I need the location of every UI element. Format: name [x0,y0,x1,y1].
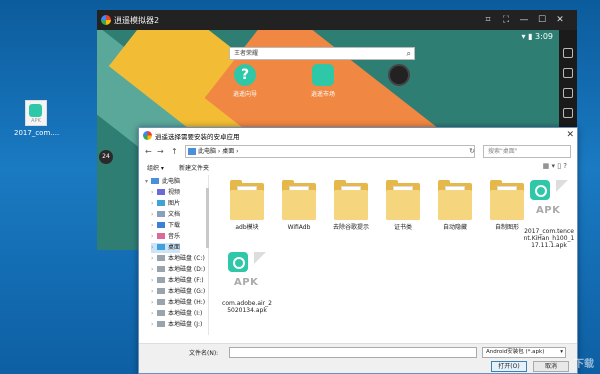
search-text: 王者荣耀 [234,50,259,57]
file-label: adb模块 [235,224,259,231]
watermark: 下载 [574,359,594,370]
gallery-icon [388,64,410,86]
market-icon [312,64,334,86]
chevron-down-icon: ▾ [560,349,563,355]
folder-item[interactable]: 证书类 [377,180,429,231]
folder-item[interactable]: WifiAdb [273,180,325,231]
file-label: WifiAdb [287,224,311,231]
sidebar-tool-icon[interactable] [563,68,573,78]
filename-input[interactable] [229,347,477,358]
app-label: 逍遥市场 [310,91,335,98]
emulator-title: 逍遥模拟器2 [114,16,160,25]
folder-icon [334,180,368,220]
apk-file-item[interactable]: APK com.adobe.air_25020134.apk [221,252,273,314]
folder-item[interactable]: 自动隐藏 [429,180,481,231]
file-label: 去除谷歌提示 [332,224,369,231]
wifi-icon: ▾ ▮ [521,32,536,41]
apk-file-icon: APK [530,180,568,224]
file-type-select[interactable]: Android安装包 (*.apk) ▾ [482,347,566,358]
minimize-button[interactable]: — [517,14,531,26]
app-label: 逍遥向导 [232,91,257,98]
app-gallery[interactable] [369,64,429,89]
help-icon: ? [234,64,256,86]
folder-icon [230,180,264,220]
search-icon[interactable]: ⌕ [407,49,411,59]
folder-icon [438,180,472,220]
close-button[interactable]: ✕ [553,14,567,26]
file-open-dialog: 逍遥选择需要安装的安卓应用 ✕ ← → ↑ 此电脑 › 桌面 › ↻ 搜索"桌面… [138,127,578,374]
sidebar-tool-icon[interactable] [563,88,573,98]
maximize-button[interactable]: ☐ [535,14,549,26]
apk-file-item[interactable]: APK 2017_com.tencent.KiHan_h100_117.11.1.… [523,180,575,249]
app-guide[interactable]: ? 逍遥向导 [215,64,275,98]
folder-icon [490,180,524,220]
status-time: 3:09 [535,32,553,41]
folder-icon [282,180,316,220]
folder-item[interactable]: adb模块 [221,180,273,231]
dialog-footer: 文件名(N): Android安装包 (*.apk) ▾ 打开(O) 取消 [139,343,577,373]
keymap-button[interactable]: ⌗ [481,14,495,26]
side-badge[interactable]: 24 [99,150,113,164]
apk-file-icon: APK [228,252,266,296]
search-input[interactable]: 王者荣耀 ⌕ [229,47,415,60]
status-bar: ▾ ▮ 3:09 [97,30,559,44]
file-label: 2017_com.tencent.KiHan_h100_117.11.1.apk [523,228,575,249]
fullscreen-button[interactable]: ⛶ [499,14,513,26]
app-market[interactable]: 逍遥市场 [293,64,353,98]
file-list: adb模块 WifiAdb 去除谷歌提示 证书类 自动隐藏 自制图形 APK 2017_com… [139,128,577,343]
desktop-icon-label: 2017_com.... [14,129,60,137]
apk-file-icon: APK [25,100,47,126]
apk-icon-text: APK [234,277,259,288]
file-label: com.adobe.air_25020134.apk [222,300,272,314]
folder-icon [386,180,420,220]
open-button[interactable]: 打开(O) [491,361,527,372]
filename-label: 文件名(N): [189,350,219,357]
file-label: 自动隐藏 [442,224,467,231]
desktop-apk-file[interactable]: APK 2017_com.... [14,100,60,137]
sidebar-tool-icon[interactable] [563,108,573,118]
file-label: 证书类 [393,224,412,231]
folder-item[interactable]: 去除谷歌提示 [325,180,377,231]
emulator-titlebar: 逍遥模拟器2 ⌗ ⛶ — ☐ ✕ [97,10,577,30]
file-type-value: Android安装包 (*.apk) [486,349,545,355]
sidebar-tool-icon[interactable] [563,48,573,58]
emulator-logo-icon [101,15,111,25]
cancel-button[interactable]: 取消 [533,361,569,372]
apk-icon-text: APK [536,205,561,216]
